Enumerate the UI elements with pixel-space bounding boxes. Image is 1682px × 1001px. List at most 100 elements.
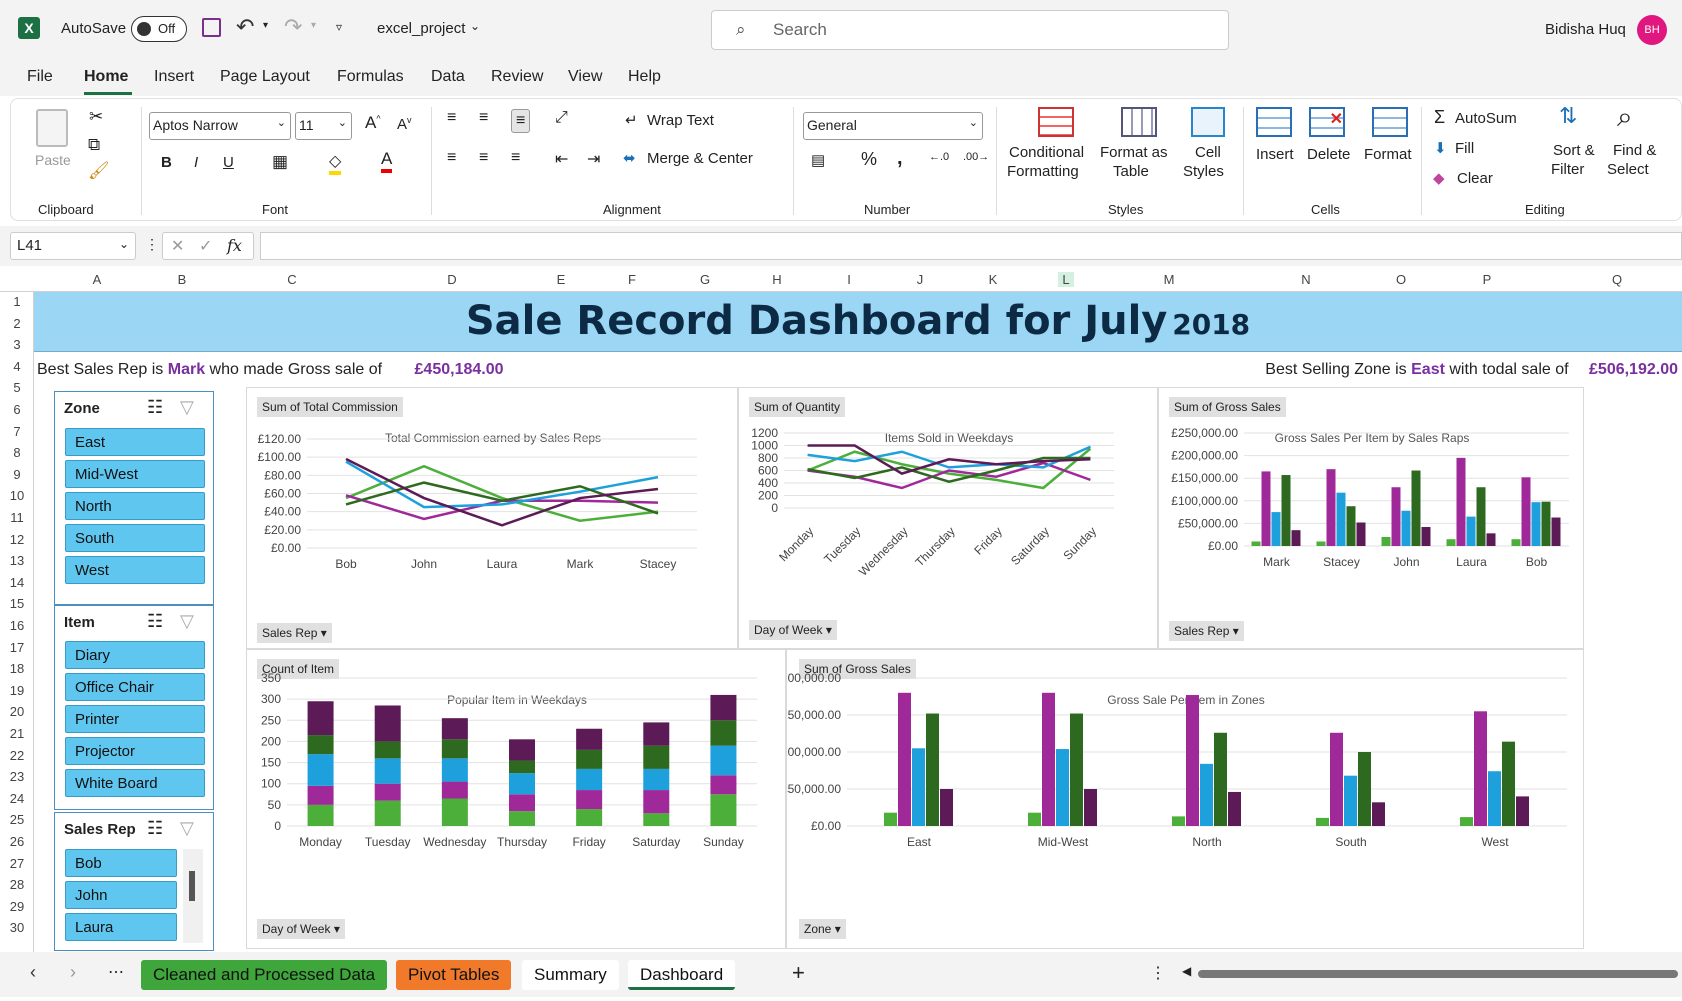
axis-button-sales-rep[interactable]: Sales Rep ▾	[257, 623, 332, 643]
column-header[interactable]: K	[985, 272, 1001, 287]
fill-color-icon[interactable]: ◇	[329, 151, 342, 175]
formula-input[interactable]	[260, 232, 1682, 260]
column-header[interactable]: E	[553, 272, 569, 287]
slicer-item-east[interactable]: East	[65, 428, 205, 456]
delete-cells-button[interactable]: Delete	[1307, 146, 1350, 163]
increase-decimal-icon[interactable]: ←.0	[929, 151, 949, 163]
format-as-table-button-line2[interactable]: Table	[1113, 163, 1149, 180]
increase-font-icon[interactable]: A^	[365, 113, 381, 133]
cell-styles-button-line2[interactable]: Styles	[1183, 163, 1224, 180]
sheet-tab-summary[interactable]: Summary	[522, 960, 619, 990]
row-header[interactable]: 12	[0, 532, 34, 547]
slicer-item-south[interactable]: South	[65, 524, 205, 552]
find-select-button[interactable]: Find &	[1613, 142, 1656, 159]
column-header[interactable]: Q	[1609, 272, 1625, 287]
format-as-table-icon[interactable]	[1121, 107, 1157, 137]
scroll-thumb[interactable]	[1198, 970, 1678, 978]
sort-filter-button[interactable]: Sort &	[1553, 142, 1595, 159]
more-sheets-icon[interactable]: ⋯	[108, 962, 124, 982]
options-icon[interactable]: ⋮	[1150, 963, 1166, 983]
row-header[interactable]: 4	[0, 359, 34, 374]
clear-filter-icon[interactable]: ▽	[180, 397, 194, 418]
insert-function-icon[interactable]: fx	[227, 236, 242, 255]
row-header[interactable]: 21	[0, 726, 34, 741]
column-header[interactable]: M	[1161, 272, 1177, 287]
slicer-item-john[interactable]: John	[65, 881, 177, 909]
decrease-decimal-icon[interactable]: .00→	[963, 151, 989, 163]
increase-indent-icon[interactable]: ⇥	[587, 149, 600, 169]
decrease-font-icon[interactable]: Av	[397, 115, 412, 133]
row-header[interactable]: 3	[0, 337, 34, 352]
fill-icon[interactable]: ⬇	[1434, 139, 1447, 157]
row-header[interactable]: 25	[0, 812, 34, 827]
paste-icon[interactable]	[36, 109, 68, 147]
multi-select-icon[interactable]: ☷	[147, 397, 163, 418]
multi-select-icon[interactable]: ☷	[147, 818, 163, 839]
align-right-icon[interactable]: ≡	[511, 149, 520, 167]
row-header[interactable]: 24	[0, 791, 34, 806]
column-header[interactable]: D	[444, 272, 460, 287]
row-header[interactable]: 9	[0, 467, 34, 482]
row-header[interactable]: 15	[0, 596, 34, 611]
wrap-text-button[interactable]: Wrap Text	[647, 112, 714, 129]
borders-icon[interactable]: ▦	[272, 152, 288, 172]
undo-dropdown-icon[interactable]: ▾	[263, 20, 268, 31]
insert-cells-button[interactable]: Insert	[1256, 146, 1294, 163]
align-middle-icon[interactable]: ≡	[479, 109, 488, 127]
conditional-formatting-button[interactable]: Conditional	[1009, 144, 1084, 161]
row-header[interactable]: 16	[0, 618, 34, 633]
accounting-icon[interactable]: ▤	[811, 151, 825, 169]
filename[interactable]: excel_project	[377, 20, 465, 37]
search-box[interactable]: ⌕ Search	[711, 10, 1229, 50]
merge-center-button[interactable]: Merge & Center	[647, 150, 753, 167]
percent-icon[interactable]: %	[861, 149, 877, 170]
slicer-item-laura[interactable]: Laura	[65, 913, 177, 941]
conditional-formatting-icon[interactable]	[1038, 107, 1074, 137]
filename-chevron-icon[interactable]: ⌄	[470, 19, 480, 33]
align-left-icon[interactable]: ≡	[447, 149, 456, 167]
font-size-select[interactable]: 11 ⌄	[295, 112, 352, 140]
column-header[interactable]: I	[841, 272, 857, 287]
row-header[interactable]: 28	[0, 877, 34, 892]
save-icon[interactable]	[202, 18, 221, 37]
sheet-tab-cleaned[interactable]: Cleaned and Processed Data	[141, 960, 388, 990]
slicer-scrollbar[interactable]	[183, 849, 203, 943]
row-header[interactable]: 17	[0, 640, 34, 655]
copy-icon[interactable]: ⧉	[88, 135, 100, 155]
avatar[interactable]: BH	[1637, 15, 1667, 45]
redo-icon[interactable]: ↷	[284, 14, 302, 40]
row-header[interactable]: 5	[0, 380, 34, 395]
fill-button[interactable]: Fill	[1455, 140, 1474, 157]
align-center-icon[interactable]: ≡	[479, 149, 488, 167]
slicer-item-diary[interactable]: Diary	[65, 641, 205, 669]
orientation-icon[interactable]: ⤢	[555, 109, 568, 127]
conditional-formatting-button-line2[interactable]: Formatting	[1007, 163, 1079, 180]
format-cells-icon[interactable]	[1372, 107, 1408, 137]
prev-sheet-icon[interactable]: ‹	[30, 962, 36, 983]
chart-commission[interactable]: Sum of Total Commission Total Commission…	[246, 387, 738, 649]
row-header[interactable]: 13	[0, 553, 34, 568]
font-name-select[interactable]: Aptos Narrow ⌄	[149, 112, 291, 140]
tab-help[interactable]: Help	[628, 68, 661, 86]
merge-icon[interactable]: ⬌	[623, 149, 636, 167]
comma-icon[interactable]: ,	[897, 147, 903, 170]
chart-gross-by-rep[interactable]: Sum of Gross Sales Gross Sales Per Item …	[1158, 387, 1584, 649]
slicer-item-west[interactable]: West	[65, 556, 205, 584]
tab-view[interactable]: View	[568, 68, 602, 86]
axis-button-day-of-week[interactable]: Day of Week ▾	[749, 620, 837, 640]
column-header[interactable]: G	[697, 272, 713, 287]
row-header[interactable]: 19	[0, 683, 34, 698]
slicer-item-projector[interactable]: Projector	[65, 737, 205, 765]
slicer-item-mid-west[interactable]: Mid-West	[65, 460, 205, 488]
sort-filter-button-line2[interactable]: Filter	[1551, 161, 1584, 178]
clear-button[interactable]: Clear	[1457, 170, 1493, 187]
autosave-toggle[interactable]: Off	[131, 16, 187, 42]
tab-file[interactable]: File	[27, 68, 53, 86]
row-header[interactable]: 22	[0, 748, 34, 763]
tab-review[interactable]: Review	[491, 68, 543, 86]
column-header[interactable]: B	[174, 272, 190, 287]
row-header[interactable]: 11	[0, 510, 34, 525]
row-header[interactable]: 23	[0, 769, 34, 784]
tab-data[interactable]: Data	[431, 68, 465, 86]
clear-icon[interactable]: ◆	[1433, 169, 1445, 187]
